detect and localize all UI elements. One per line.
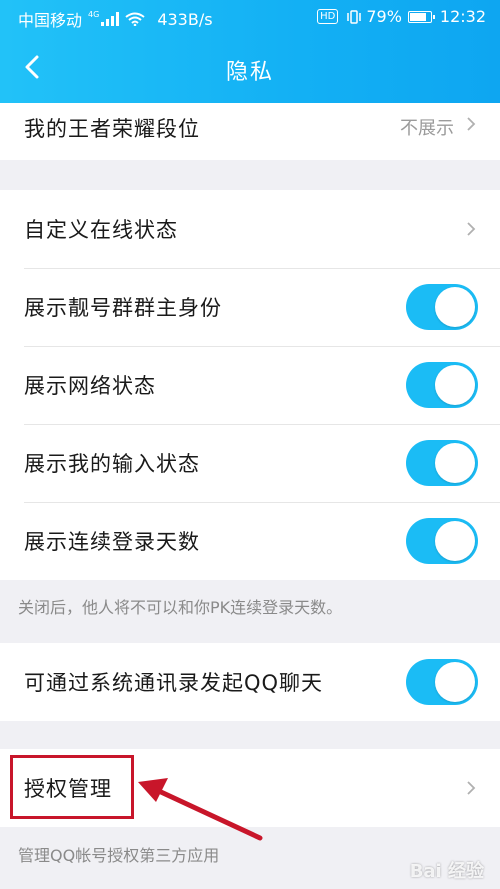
- group-owner-toggle[interactable]: [406, 284, 478, 330]
- honor-rank-row[interactable]: 我的王者荣耀段位 不展示: [0, 103, 500, 160]
- contacts-chat-row: 可通过系统通讯录发起QQ聊天: [0, 643, 500, 721]
- network-speed: 433B/s: [157, 9, 213, 29]
- watermark-logo: Bai 经验: [409, 861, 484, 882]
- header: 中国移动 4G 433B/s HD 79% 12:32 隐私: [0, 0, 500, 103]
- network-status-row: 展示网络状态: [0, 346, 500, 424]
- login-days-row: 展示连续登录天数: [0, 502, 500, 580]
- annotation-arrow-icon: [138, 778, 263, 841]
- page-title: 隐私: [225, 60, 274, 85]
- group-owner-row: 展示靓号群群主身份: [0, 268, 500, 346]
- status-right: HD 79% 12:32: [317, 7, 486, 26]
- chevron-right-icon: [467, 117, 476, 131]
- highlight-box: [10, 755, 134, 819]
- group-owner-label: 展示靓号群群主身份: [24, 296, 222, 320]
- clock: 12:32: [439, 7, 486, 26]
- input-status-label: 展示我的输入状态: [24, 452, 200, 476]
- status-left: 中国移动 4G 433B/s: [18, 7, 213, 31]
- honor-rank-group: 我的王者荣耀段位 不展示: [0, 103, 500, 160]
- input-status-row: 展示我的输入状态: [0, 424, 500, 502]
- contacts-chat-group: 可通过系统通讯录发起QQ聊天: [0, 643, 500, 721]
- network-type: 4G: [88, 9, 100, 19]
- chevron-right-icon: [467, 222, 476, 236]
- status-bar: 中国移动 4G 433B/s HD 79% 12:32: [0, 0, 500, 34]
- status-settings-group: 自定义在线状态 展示靓号群群主身份 展示网络状态 展示我的输入状态 展示连续登录…: [0, 190, 500, 580]
- online-status-row[interactable]: 自定义在线状态: [0, 190, 500, 268]
- hd-icon: HD: [317, 9, 339, 24]
- battery-percent: 79%: [366, 7, 402, 26]
- battery-icon: [407, 10, 435, 23]
- online-status-label: 自定义在线状态: [24, 218, 178, 242]
- honor-rank-value: 不展示: [400, 118, 454, 139]
- login-days-note: 关闭后，他人将不可以和你PK连续登录天数。: [18, 598, 343, 617]
- contacts-chat-label: 可通过系统通讯录发起QQ聊天: [24, 671, 324, 695]
- login-days-toggle[interactable]: [406, 518, 478, 564]
- login-days-label: 展示连续登录天数: [24, 530, 200, 554]
- contacts-chat-toggle[interactable]: [406, 659, 478, 705]
- network-status-toggle[interactable]: [406, 362, 478, 408]
- wifi-icon: [125, 12, 145, 26]
- input-status-toggle[interactable]: [406, 440, 478, 486]
- chevron-right-icon: [467, 781, 476, 795]
- honor-rank-label: 我的王者荣耀段位: [24, 117, 200, 141]
- nav-bar: 隐私: [0, 34, 500, 103]
- signal-icon: [101, 12, 120, 26]
- vibrate-icon: [347, 9, 362, 24]
- network-status-label: 展示网络状态: [24, 374, 156, 398]
- carrier-name: 中国移动: [18, 11, 83, 30]
